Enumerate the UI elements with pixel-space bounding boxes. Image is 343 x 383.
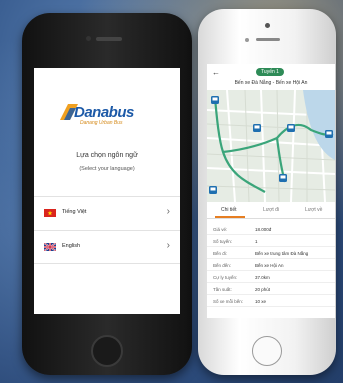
chevron-right-icon: › xyxy=(166,206,170,217)
route-map[interactable] xyxy=(207,90,335,202)
bus-stop-icon[interactable] xyxy=(325,130,333,138)
home-button[interactable] xyxy=(91,335,123,367)
bus-stop-icon[interactable] xyxy=(279,174,287,182)
detail-key: Số tuyến: xyxy=(213,239,233,244)
danabus-logo: Danabus Danang Urban Bus xyxy=(58,102,158,128)
earpiece-speaker xyxy=(96,37,122,41)
front-camera xyxy=(86,36,91,41)
logo-brand: Danabus xyxy=(74,104,134,121)
select-language-title: Lựa chọn ngôn ngữ xyxy=(76,152,138,159)
earpiece-speaker xyxy=(256,38,280,41)
chevron-right-icon: › xyxy=(166,240,170,251)
bus-stop-icon[interactable] xyxy=(211,96,219,104)
detail-row: Cự ly tuyến: 37.0km xyxy=(207,272,335,283)
detail-value: Bến xe Hội An xyxy=(255,263,284,268)
detail-key: Bến đến: xyxy=(213,263,232,268)
map-canvas xyxy=(207,90,335,202)
detail-row: Bến đi: Bến xe trung tâm Đà Nẵng xyxy=(207,248,335,259)
language-select-screen: Danabus Danang Urban Bus Lựa chọn ngôn n… xyxy=(34,68,180,314)
uk-flag-icon xyxy=(44,243,56,251)
active-tab-indicator xyxy=(215,216,245,218)
select-language-subtitle: (Select your language) xyxy=(79,166,135,172)
detail-key: Bến đi: xyxy=(213,251,228,256)
back-arrow-icon[interactable]: ← xyxy=(212,68,220,77)
vietnam-flag-icon xyxy=(44,209,56,217)
bus-stop-icon[interactable] xyxy=(209,186,217,194)
detail-row: Số xe mỗi bến: 10 xe xyxy=(207,296,335,307)
language-label: Tiếng Việt xyxy=(62,209,87,215)
detail-key: Tần suất: xyxy=(213,287,232,292)
bus-stop-icon[interactable] xyxy=(253,124,261,132)
detail-value: 1 xyxy=(255,239,258,244)
detail-row: Số tuyến: 1 xyxy=(207,236,335,247)
detail-key: Giá vé: xyxy=(213,227,228,232)
detail-value: 10 xe xyxy=(255,299,267,304)
bus-stop-icon[interactable] xyxy=(287,124,295,132)
language-label: English xyxy=(62,243,81,249)
detail-value: 37.0km xyxy=(255,275,270,280)
detail-value: 18.000đ xyxy=(255,227,272,232)
home-button[interactable] xyxy=(252,336,282,366)
tab-return[interactable]: Lượt về xyxy=(305,207,322,213)
tab-outbound[interactable]: Lượt đi xyxy=(263,207,279,213)
sensor-dot xyxy=(245,38,249,42)
detail-key: Số xe mỗi bến: xyxy=(213,299,244,304)
front-camera xyxy=(265,23,270,28)
logo-tagline: Danang Urban Bus xyxy=(80,120,123,126)
route-detail-screen: ← Tuyến 1 Bến xe Đà Nẵng - Bến xe Hội An… xyxy=(207,64,335,318)
detail-value: 20 phút xyxy=(255,287,271,292)
detail-row: Giá vé: 18.000đ xyxy=(207,224,335,235)
detail-value: Bến xe trung tâm Đà Nẵng xyxy=(255,251,309,256)
language-option-english[interactable]: English › xyxy=(34,230,180,264)
tab-details[interactable]: Chi tiết xyxy=(221,207,237,213)
route-number-badge: Tuyến 1 xyxy=(256,68,284,76)
detail-row: Bến đến: Bến xe Hội An xyxy=(207,260,335,271)
language-option-vietnamese[interactable]: Tiếng Việt › xyxy=(34,196,180,230)
route-title: Bến xe Đà Nẵng - Bến xe Hội An xyxy=(234,80,308,86)
detail-key: Cự ly tuyến: xyxy=(213,275,238,280)
detail-row: Tần suất: 20 phút xyxy=(207,284,335,295)
route-tabs: Chi tiết Lượt đi Lượt về xyxy=(207,204,335,219)
